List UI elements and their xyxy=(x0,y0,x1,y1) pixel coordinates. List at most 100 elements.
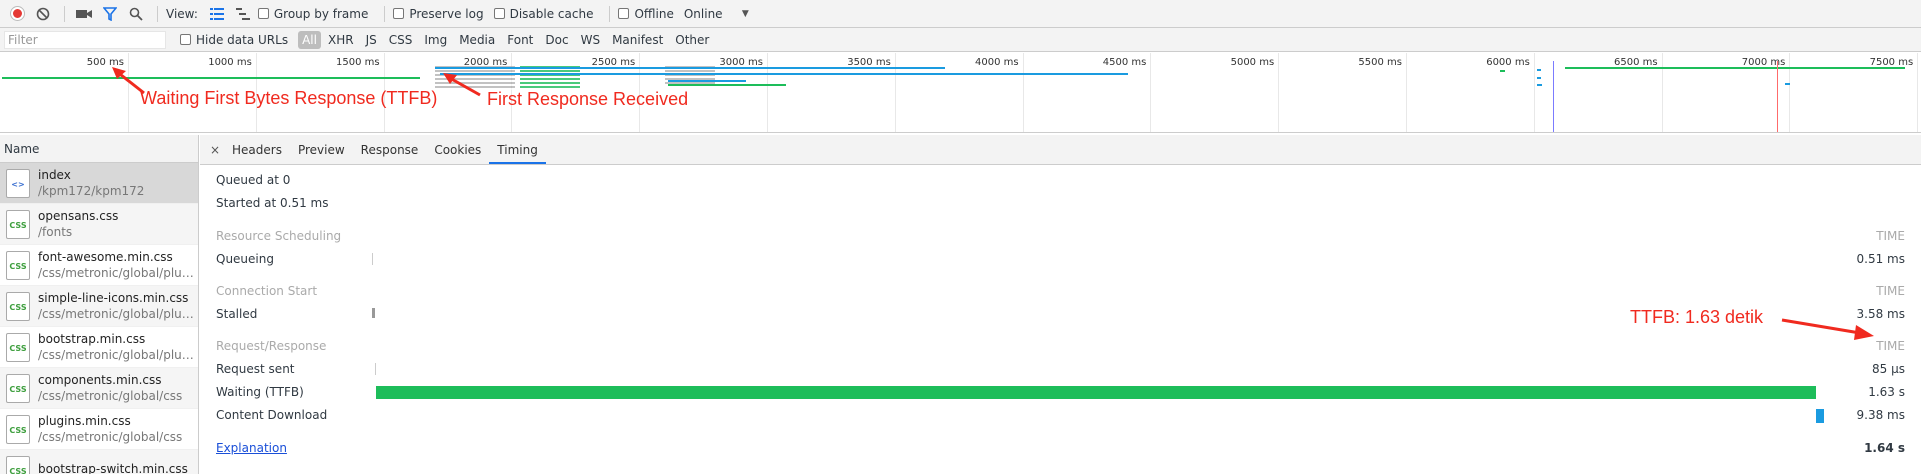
html-file-icon: <> xyxy=(6,168,30,198)
filter-type-manifest[interactable]: Manifest xyxy=(607,31,668,49)
offline-label: Offline xyxy=(634,6,674,21)
filter-type-all[interactable]: All xyxy=(298,30,321,49)
request-row[interactable]: CSS simple-line-icons.min.css/css/metroni… xyxy=(0,286,198,327)
css-file-icon: CSS xyxy=(6,209,30,239)
overview-bar-small1 xyxy=(1500,70,1505,72)
timeline-gridline xyxy=(1533,53,1535,132)
throttle-select[interactable]: Online ▼ xyxy=(684,7,749,21)
timeline-gridline xyxy=(1789,53,1791,132)
load-event-line xyxy=(1777,61,1778,132)
timeline-gridline xyxy=(767,53,768,132)
css-file-icon: CSS xyxy=(6,250,30,280)
request-row[interactable]: <> index/kpm172/kpm172 xyxy=(0,163,198,204)
timeline-gridline xyxy=(1150,53,1152,132)
preserve-log-label: Preserve log xyxy=(409,6,484,21)
filter-type-other[interactable]: Other xyxy=(670,31,714,49)
filter-type-doc[interactable]: Doc xyxy=(540,31,573,49)
group-by-frame-checkbox[interactable]: Group by frame xyxy=(257,7,368,21)
overview-bar-blue2 xyxy=(440,73,1128,75)
filter-type-js[interactable]: JS xyxy=(361,31,382,49)
tab-timing[interactable]: Timing xyxy=(489,136,546,164)
started-at: Started at 0.51 ms xyxy=(216,196,329,210)
request-path: /css/metronic/global/css xyxy=(38,389,183,403)
request-path: /kpm172/kpm172 xyxy=(38,184,145,198)
name-column-header[interactable]: Name xyxy=(0,135,198,163)
overview-bar-cluster3 xyxy=(665,66,715,86)
overview-bar-blue1 xyxy=(435,67,945,69)
throttle-value: Online xyxy=(683,6,723,21)
list-view-icon[interactable] xyxy=(206,3,228,25)
overview-bar-green4 xyxy=(1565,67,1905,69)
filter-icon[interactable] xyxy=(99,3,121,25)
waiting-ttfb-label: Waiting (TTFB) xyxy=(216,385,304,399)
queueing-label: Queueing xyxy=(216,252,274,266)
request-name: plugins.min.css xyxy=(38,414,131,428)
timeline-tick: 5000 ms xyxy=(1230,57,1275,68)
css-file-icon: CSS xyxy=(6,373,30,403)
disable-cache-label: Disable cache xyxy=(509,6,594,21)
tab-response[interactable]: Response xyxy=(353,136,427,164)
filter-type-font[interactable]: Font xyxy=(502,31,538,49)
waiting-ttfb-value: 1.63 s xyxy=(1868,385,1905,399)
timeline-tick: 5500 ms xyxy=(1358,57,1402,68)
filter-type-media[interactable]: Media xyxy=(454,31,500,49)
content-download-bar xyxy=(1816,409,1824,423)
request-name: components.min.css xyxy=(38,373,162,387)
tab-headers[interactable]: Headers xyxy=(224,136,290,164)
explanation-link[interactable]: Explanation xyxy=(216,439,287,457)
camera-icon[interactable] xyxy=(73,3,95,25)
timeline-tick: 4500 ms xyxy=(1102,57,1147,68)
request-row[interactable]: CSS plugins.min.css/css/metronic/global/c… xyxy=(0,409,198,450)
request-row[interactable]: CSS opensans.css/fonts xyxy=(0,204,198,245)
hide-data-urls-checkbox[interactable]: Hide data URLs xyxy=(180,33,288,47)
network-overview[interactable]: 500 ms 1000 ms 1500 ms 2000 ms 2500 ms 3000 m… xyxy=(0,53,1921,133)
section-connection-start: Connection Start xyxy=(216,284,318,298)
request-path: /css/metronic/global/plugi… xyxy=(38,266,196,280)
arrow-icon xyxy=(443,73,481,97)
record-icon[interactable] xyxy=(6,3,28,25)
view-label: View: xyxy=(166,6,198,21)
request-details: × Headers Preview Response Cookies Timing Qu… xyxy=(200,135,1921,474)
queueing-value: 0.51 ms xyxy=(1856,252,1905,266)
offline-checkbox[interactable]: Offline xyxy=(618,6,674,21)
time-header: TIME xyxy=(1876,339,1905,353)
disable-cache-checkbox[interactable]: Disable cache xyxy=(493,6,594,21)
request-sent-bar xyxy=(375,363,376,375)
waterfall-view-icon[interactable] xyxy=(232,3,254,25)
content-download-value: 9.38 ms xyxy=(1856,408,1905,422)
overview-bar-small4 xyxy=(1537,84,1542,86)
search-icon[interactable] xyxy=(125,3,147,25)
waiting-ttfb-bar xyxy=(376,386,1816,399)
dropdown-icon: ▼ xyxy=(741,8,749,19)
dom-content-loaded-line xyxy=(1553,61,1554,132)
request-row[interactable]: CSS font-awesome.min.css/css/metronic/glo… xyxy=(0,245,198,286)
filter-type-css[interactable]: CSS xyxy=(384,31,418,49)
request-row[interactable]: CSS components.min.css/css/metronic/globa… xyxy=(0,368,198,409)
clear-icon[interactable] xyxy=(32,3,54,25)
filter-type-xhr[interactable]: XHR xyxy=(323,31,359,49)
queued-at: Queued at 0 xyxy=(216,173,291,187)
overview-bar-small5 xyxy=(1785,83,1790,85)
request-sent-value: 85 μs xyxy=(1872,362,1905,376)
time-header: TIME xyxy=(1876,284,1905,298)
request-path: /css/metronic/global/css xyxy=(38,430,183,444)
request-name: simple-line-icons.min.css xyxy=(38,291,189,305)
tab-preview[interactable]: Preview xyxy=(290,136,353,164)
request-row[interactable]: CSS bootstrap.min.css/css/metronic/global… xyxy=(0,327,198,368)
overview-bar-small3 xyxy=(1537,77,1541,79)
request-list: Name <> index/kpm172/kpm172 CSS opensans.cs… xyxy=(0,135,199,474)
css-file-icon: CSS xyxy=(6,291,30,321)
timeline-tick: 6000 ms xyxy=(1486,57,1530,68)
request-path: /css/metronic/global/plugi… xyxy=(38,348,196,362)
filter-type-ws[interactable]: WS xyxy=(576,31,605,49)
filter-type-img[interactable]: Img xyxy=(419,31,452,49)
request-name: opensans.css xyxy=(38,209,119,223)
timeline-tick: 4000 ms xyxy=(975,57,1019,68)
filter-input[interactable] xyxy=(4,30,166,49)
tab-cookies[interactable]: Cookies xyxy=(426,136,489,164)
preserve-log-checkbox[interactable]: Preserve log xyxy=(393,6,484,21)
close-icon[interactable]: × xyxy=(206,136,224,164)
request-name: bootstrap.min.css xyxy=(38,332,146,346)
timeline-gridline xyxy=(1917,53,1919,132)
request-row[interactable]: CSS bootstrap-switch.min.css xyxy=(0,450,198,474)
